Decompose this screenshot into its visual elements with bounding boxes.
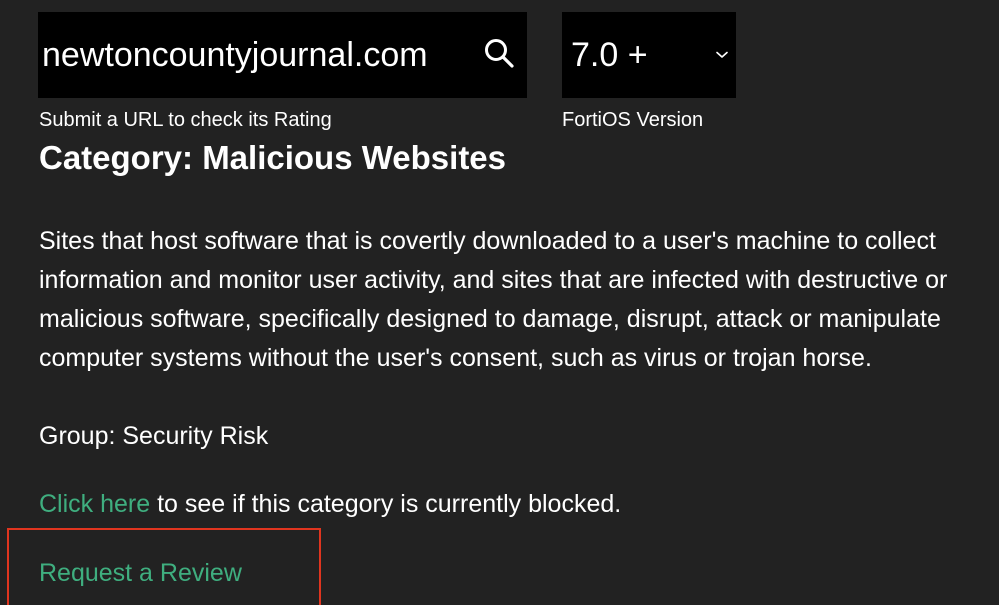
url-input[interactable]: [38, 12, 471, 98]
category-description: Sites that host software that is covertl…: [39, 227, 948, 372]
request-review-link[interactable]: Request a Review: [39, 554, 242, 593]
blocked-check-text: to see if this category is currently blo…: [150, 490, 622, 518]
category-title: Category: Malicious Websites: [39, 139, 507, 176]
version-value: 7.0 +: [571, 35, 648, 74]
blocked-check-line: Click here to see if this category is cu…: [39, 485, 621, 524]
chevron-down-icon: [716, 51, 728, 59]
category-group: Group: Security Risk: [39, 422, 269, 450]
search-button[interactable]: [471, 12, 527, 98]
version-caption: FortiOS Version: [562, 109, 704, 131]
fortios-version-select[interactable]: 7.0 +: [562, 12, 736, 98]
url-caption: Submit a URL to check its Rating: [39, 109, 332, 131]
url-search-box: [38, 12, 527, 98]
search-icon: [483, 37, 515, 74]
click-here-link[interactable]: Click here: [39, 490, 150, 518]
url-rating-page: 7.0 + Submit a URL to check its Rating F…: [0, 0, 999, 605]
